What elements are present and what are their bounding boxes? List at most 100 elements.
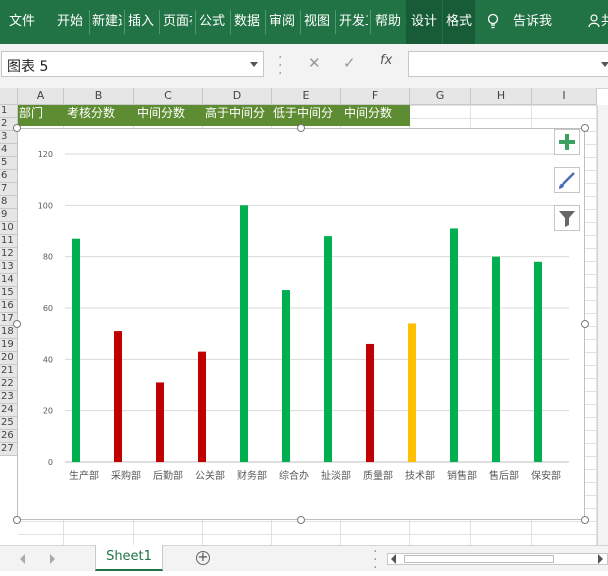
chart-elements-button[interactable]	[554, 129, 580, 155]
tab-separator	[265, 10, 266, 34]
row-header-10[interactable]: 10	[0, 222, 18, 235]
row-header-12[interactable]: 12	[0, 248, 18, 261]
row-header-7[interactable]: 7	[0, 183, 18, 196]
bar	[114, 331, 122, 462]
tab-view[interactable]: 视图	[304, 0, 332, 44]
y-tick-label: 80	[43, 253, 53, 262]
tab-formulas[interactable]: 公式	[199, 0, 227, 44]
tab-data[interactable]: 数据	[234, 0, 262, 44]
add-sheet-button[interactable]: +	[196, 551, 210, 565]
enter-check-icon[interactable]: ✓	[343, 54, 356, 72]
tell-me-search[interactable]: 告诉我	[513, 0, 555, 44]
row-header-13[interactable]: 13	[0, 261, 18, 274]
name-box[interactable]: 图表 5	[1, 51, 264, 77]
row-header-14[interactable]: 14	[0, 274, 18, 287]
sheet-tab-sheet1[interactable]: Sheet1	[95, 545, 163, 571]
chart-styles-button[interactable]	[554, 167, 580, 193]
tab-new[interactable]: 新建选项卡	[92, 0, 122, 44]
chart-area[interactable]: 0 20 40 60 80 100 120 生产部 采购部 后勤部 公关部 财务部 综合办 扯淡部 质量部技…	[17, 128, 585, 520]
row-header-27[interactable]: 27	[0, 443, 18, 456]
x-tick-label: 采购部	[111, 469, 141, 482]
share-button[interactable]: 共享	[601, 0, 608, 44]
row-header-8[interactable]: 8	[0, 196, 18, 209]
cell-a1[interactable]: 部门	[19, 106, 63, 120]
column-header-f[interactable]: F	[341, 88, 410, 105]
resize-handle-top-left[interactable]	[13, 124, 21, 132]
tab-insert[interactable]: 插入	[128, 0, 156, 44]
row-header-26[interactable]: 26	[0, 430, 18, 443]
scroll-left-arrow-icon[interactable]	[391, 554, 396, 564]
expand-formula-icon[interactable]	[601, 62, 608, 67]
tab-review[interactable]: 审阅	[269, 0, 297, 44]
bar	[408, 323, 416, 462]
cell-c1[interactable]: 中间分数	[137, 106, 203, 120]
row-header-3[interactable]: 3	[0, 131, 18, 144]
tab-design[interactable]: 设计	[406, 0, 442, 44]
tab-separator	[195, 10, 196, 34]
x-tick-label: 售后部	[489, 469, 519, 482]
column-header-a[interactable]: A	[18, 88, 64, 105]
column-header-g[interactable]: G	[410, 88, 471, 105]
horizontal-scrollbar[interactable]	[387, 553, 608, 565]
row-header-1[interactable]: 1	[0, 105, 18, 118]
row-header-4[interactable]: 4	[0, 144, 18, 157]
tab-home[interactable]: 开始	[57, 0, 87, 44]
column-header-i[interactable]: I	[532, 88, 597, 105]
resize-handle-bottom-right[interactable]	[581, 516, 589, 524]
x-tick-label: 质量部	[363, 469, 393, 482]
cancel-icon[interactable]: ✕	[308, 54, 321, 72]
resize-handle-top[interactable]	[297, 124, 305, 132]
x-tick-label: 综合办	[279, 469, 309, 482]
bar	[198, 351, 206, 462]
row-header-22[interactable]: 22	[0, 378, 18, 391]
more-dots-icon: · · ·	[278, 50, 283, 82]
scroll-thumb[interactable]	[404, 555, 554, 563]
chevron-down-icon[interactable]	[250, 62, 258, 67]
row-header-24[interactable]: 24	[0, 404, 18, 417]
tab-format[interactable]: 格式	[443, 0, 475, 44]
select-all-corner[interactable]	[0, 88, 18, 105]
resize-handle-bottom-left[interactable]	[13, 516, 21, 524]
cell-b1[interactable]: 考核分数	[67, 106, 133, 120]
vertical-scrollbar[interactable]	[597, 105, 608, 545]
row-header-23[interactable]: 23	[0, 391, 18, 404]
resize-handle-right[interactable]	[581, 320, 589, 328]
row-header-6[interactable]: 6	[0, 170, 18, 183]
next-sheet-arrow-icon[interactable]	[50, 554, 55, 564]
resize-handle-bottom[interactable]	[297, 516, 305, 524]
tab-file[interactable]: 文件	[9, 0, 39, 44]
resize-handle-top-right[interactable]	[581, 124, 589, 132]
tab-separator	[124, 10, 125, 34]
column-header-c[interactable]: C	[134, 88, 203, 105]
row-header-9[interactable]: 9	[0, 209, 18, 222]
x-tick-label: 扯淡部	[321, 469, 351, 482]
cell-e1[interactable]: 低于中间分	[273, 106, 339, 120]
row-header-21[interactable]: 21	[0, 365, 18, 378]
x-tick-label: 销售部	[447, 469, 477, 482]
row-header-15[interactable]: 15	[0, 287, 18, 300]
tab-help[interactable]: 帮助	[375, 0, 403, 44]
chart-filters-button[interactable]	[554, 205, 580, 231]
row-header-25[interactable]: 25	[0, 417, 18, 430]
insert-function-icon[interactable]: fx	[380, 53, 392, 68]
prev-sheet-arrow-icon[interactable]	[20, 554, 25, 564]
cell-d1[interactable]: 高于中间分	[205, 106, 271, 120]
row-header-19[interactable]: 19	[0, 339, 18, 352]
column-header-h[interactable]: H	[471, 88, 532, 105]
y-tick-label: 120	[38, 150, 53, 159]
formula-input[interactable]	[408, 51, 608, 77]
row-header-11[interactable]: 11	[0, 235, 18, 248]
share-icon[interactable]	[588, 14, 600, 28]
row-header-16[interactable]: 16	[0, 300, 18, 313]
scroll-right-arrow-icon[interactable]	[598, 554, 603, 564]
bar	[492, 256, 500, 462]
cell-f1[interactable]: 中间分数	[344, 106, 410, 120]
column-header-d[interactable]: D	[203, 88, 272, 105]
resize-handle-left[interactable]	[13, 320, 21, 328]
tab-developer[interactable]: 开发工具	[339, 0, 368, 44]
column-header-e[interactable]: E	[272, 88, 341, 105]
tab-page-layout[interactable]: 页面布局	[163, 0, 192, 44]
column-header-b[interactable]: B	[64, 88, 134, 105]
row-header-20[interactable]: 20	[0, 352, 18, 365]
row-header-5[interactable]: 5	[0, 157, 18, 170]
